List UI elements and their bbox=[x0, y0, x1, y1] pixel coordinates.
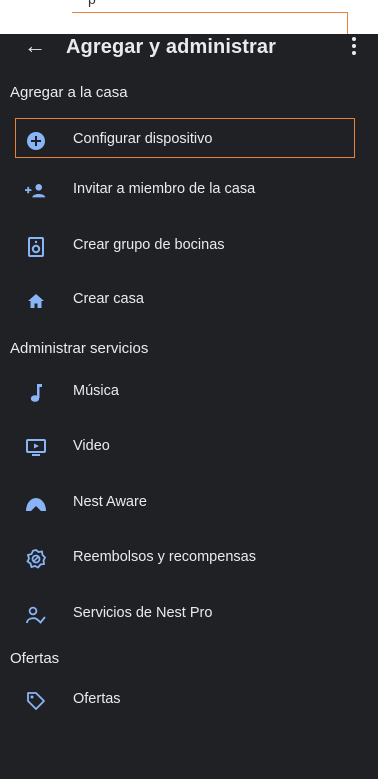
menu-item-crear-grupo-bocinas[interactable]: Crear grupo de bocinas bbox=[0, 228, 378, 264]
home-icon bbox=[25, 290, 47, 312]
menu-item-label: Reembolsos y recompensas bbox=[73, 549, 256, 565]
menu-item-label: Nest Aware bbox=[73, 494, 147, 510]
menu-item-crear-casa[interactable]: Crear casa bbox=[0, 282, 378, 318]
tag-icon bbox=[25, 690, 47, 712]
rewards-icon bbox=[25, 548, 47, 570]
app-bar: ← Agregar y administrar bbox=[0, 33, 378, 60]
menu-item-nest-aware[interactable]: Nest Aware bbox=[0, 485, 378, 521]
page-title: Agregar y administrar bbox=[66, 36, 276, 58]
menu-item-reembolsos[interactable]: Reembolsos y recompensas bbox=[0, 540, 378, 576]
highlight-box bbox=[15, 118, 355, 158]
app-screen: ← Agregar y administrar Agregar a la cas… bbox=[0, 33, 378, 779]
menu-item-label: Ofertas bbox=[73, 691, 121, 707]
menu-item-ofertas[interactable]: Ofertas bbox=[0, 682, 378, 718]
menu-item-label: Invitar a miembro de la casa bbox=[73, 181, 256, 197]
arrow-back-icon[interactable]: ← bbox=[24, 33, 46, 59]
callout-line bbox=[72, 12, 348, 13]
menu-item-label: Video bbox=[73, 438, 110, 454]
person-add-icon bbox=[25, 180, 47, 202]
music-note-icon bbox=[25, 382, 47, 404]
menu-item-nest-pro[interactable]: Servicios de Nest Pro bbox=[0, 596, 378, 632]
menu-item-label: Música bbox=[73, 383, 119, 399]
nest-pro-icon bbox=[25, 604, 47, 626]
menu-item-label: Servicios de Nest Pro bbox=[73, 605, 213, 621]
nest-aware-icon bbox=[25, 493, 47, 515]
menu-item-label: Crear casa bbox=[73, 291, 144, 307]
more-vert-icon[interactable] bbox=[352, 37, 356, 57]
section-header-add: Agregar a la casa bbox=[10, 84, 128, 101]
annotation-caption: p bbox=[88, 0, 96, 7]
section-header-offers: Ofertas bbox=[10, 650, 60, 667]
speaker-icon bbox=[25, 236, 47, 258]
menu-item-label: Crear grupo de bocinas bbox=[73, 237, 225, 253]
menu-item-video[interactable]: Video bbox=[0, 429, 378, 465]
menu-item-invitar-miembro[interactable]: Invitar a miembro de la casa bbox=[0, 172, 378, 208]
menu-item-musica[interactable]: Música bbox=[0, 374, 378, 410]
section-header-manage: Administrar servicios bbox=[10, 340, 149, 357]
video-icon bbox=[25, 437, 47, 459]
